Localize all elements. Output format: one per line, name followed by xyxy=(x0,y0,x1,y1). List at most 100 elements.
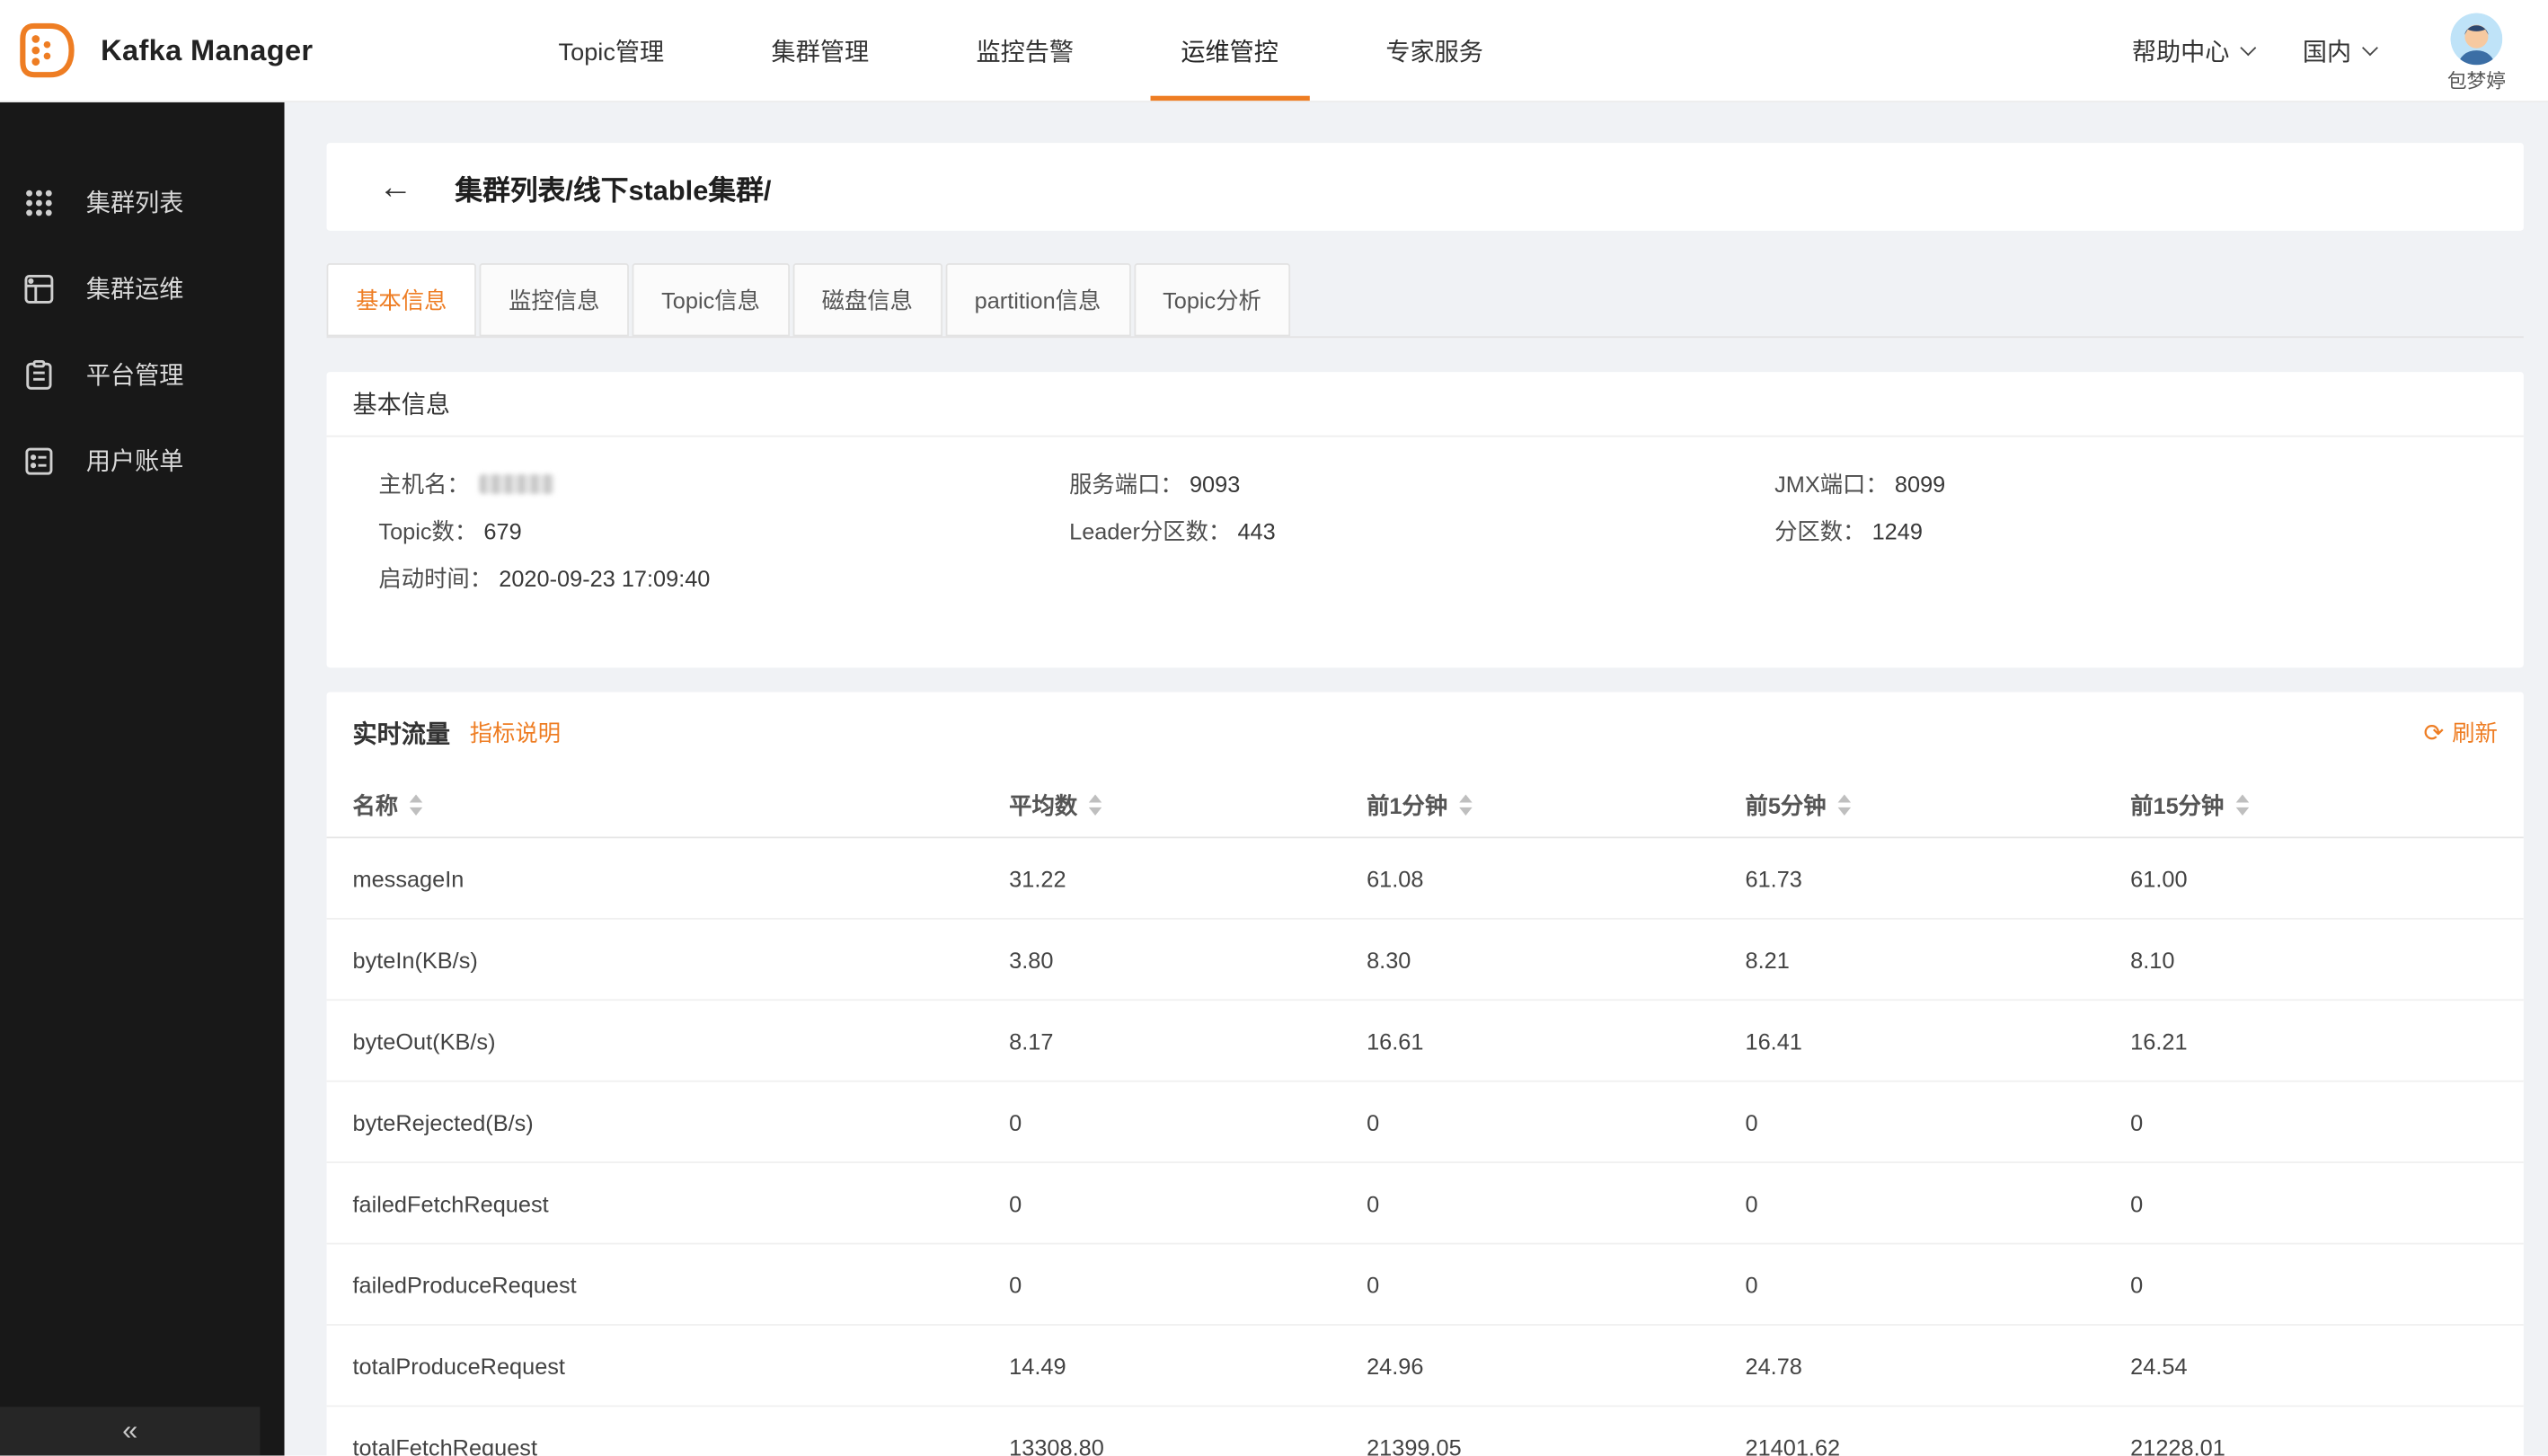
nav-ops-control[interactable]: 运维管控 xyxy=(1128,0,1332,101)
sort-asc-icon[interactable] xyxy=(410,794,422,802)
metric-avg: 14.49 xyxy=(1009,1353,1367,1379)
metric-name: totalFetchRequest xyxy=(352,1434,1009,1455)
nav-topic-management[interactable]: Topic管理 xyxy=(505,0,718,101)
field-leader-partition-count: Leader分区数：443 xyxy=(1069,508,1774,555)
metric-name: failedFetchRequest xyxy=(352,1190,1009,1216)
tab-topic-info[interactable]: Topic信息 xyxy=(633,263,790,336)
metric-5min: 24.78 xyxy=(1746,1353,2131,1379)
page-title-card: ← 集群列表/线下stable集群/ xyxy=(327,143,2524,231)
metric-15min: 8.10 xyxy=(2130,947,2524,973)
refresh-button[interactable]: ⟳ 刷新 xyxy=(2423,717,2497,749)
sort-asc-icon[interactable] xyxy=(1089,794,1101,802)
realtime-header: 实时流量 指标说明 ⟳ 刷新 xyxy=(327,692,2524,772)
refresh-icon: ⟳ xyxy=(2423,720,2444,745)
metric-15min: 16.21 xyxy=(2130,1028,2524,1054)
metric-name: messageIn xyxy=(352,865,1009,891)
help-center-label: 帮助中心 xyxy=(2132,33,2230,67)
sort-icons[interactable] xyxy=(410,794,422,816)
breadcrumb: 集群列表/线下stable集群/ xyxy=(455,166,771,207)
metric-name: failedProduceRequest xyxy=(352,1271,1009,1297)
sidebar-collapse-button[interactable]: « xyxy=(0,1407,260,1455)
sidebar-item-platform-admin[interactable]: 平台管理 xyxy=(0,331,285,418)
metric-avg: 13308.80 xyxy=(1009,1434,1367,1455)
header-right: 帮助中心 国内 包梦婷 xyxy=(2132,6,2548,94)
sort-desc-icon[interactable] xyxy=(2235,807,2248,816)
realtime-title: 实时流量 xyxy=(352,716,450,750)
tab-partition-info[interactable]: partition信息 xyxy=(945,263,1130,336)
sidebar-item-label: 用户账单 xyxy=(86,444,184,478)
cluster-list-icon xyxy=(22,186,55,218)
table-row: byteOut(KB/s) 8.17 16.61 16.41 16.21 xyxy=(327,1001,2524,1081)
sidebar-item-cluster-list[interactable]: 集群列表 xyxy=(0,159,285,245)
back-arrow-icon[interactable]: ← xyxy=(378,170,412,204)
column-header-1min[interactable]: 前1分钟 xyxy=(1367,789,1745,821)
sidebar-item-label: 集群列表 xyxy=(86,185,184,219)
sidebar-item-cluster-ops[interactable]: 集群运维 xyxy=(0,245,285,331)
sort-icons[interactable] xyxy=(1089,794,1101,816)
basic-info-title: 基本信息 xyxy=(327,372,2524,437)
basic-info-fields: 主机名： 服务端口：9093 JMX端口：8099 Topic数：679 Lea… xyxy=(327,437,2524,603)
sort-desc-icon[interactable] xyxy=(410,807,422,816)
sort-asc-icon[interactable] xyxy=(1459,794,1472,802)
top-header: Kafka Manager Topic管理 集群管理 监控告警 运维管控 专家服… xyxy=(0,0,2548,101)
sort-icons[interactable] xyxy=(1459,794,1472,816)
metric-avg: 0 xyxy=(1009,1271,1367,1297)
user-menu[interactable]: 包梦婷 xyxy=(2447,6,2506,94)
chevron-down-icon xyxy=(2362,39,2378,55)
metric-name: totalProduceRequest xyxy=(352,1353,1009,1379)
help-center-link[interactable]: 帮助中心 xyxy=(2132,33,2254,67)
realtime-traffic-card: 实时流量 指标说明 ⟳ 刷新 名称 平均数 前1分钟 xyxy=(327,692,2524,1455)
tab-disk-info[interactable]: 磁盘信息 xyxy=(792,263,942,336)
column-header-15min[interactable]: 前15分钟 xyxy=(2130,789,2524,821)
metric-1min: 0 xyxy=(1367,1271,1745,1297)
metric-1min: 8.30 xyxy=(1367,947,1745,973)
metric-avg: 0 xyxy=(1009,1108,1367,1134)
metric-5min: 0 xyxy=(1746,1190,2131,1216)
sidebar-item-label: 集群运维 xyxy=(86,271,184,305)
chevron-down-icon xyxy=(2240,39,2256,55)
sort-desc-icon[interactable] xyxy=(1089,807,1101,816)
column-header-5min[interactable]: 前5分钟 xyxy=(1746,789,2131,821)
tab-topic-analysis[interactable]: Topic分析 xyxy=(1134,263,1291,336)
table-row: totalProduceRequest 14.49 24.96 24.78 24… xyxy=(327,1326,2524,1407)
metric-1min: 0 xyxy=(1367,1108,1745,1134)
tab-monitor-info[interactable]: 监控信息 xyxy=(480,263,629,336)
metric-15min: 0 xyxy=(2130,1108,2524,1134)
sidebar: 集群列表 集群运维 平台管理 xyxy=(0,101,285,1455)
platform-admin-icon xyxy=(22,358,55,391)
metric-5min: 8.21 xyxy=(1746,947,2131,973)
metric-name: byteIn(KB/s) xyxy=(352,947,1009,973)
sort-desc-icon[interactable] xyxy=(1459,807,1472,816)
metric-1min: 61.08 xyxy=(1367,865,1745,891)
field-topic-count: Topic数：679 xyxy=(378,508,1069,555)
region-select[interactable]: 国内 xyxy=(2303,33,2375,67)
table-row: failedProduceRequest 0 0 0 0 xyxy=(327,1244,2524,1325)
sort-asc-icon[interactable] xyxy=(1837,794,1850,802)
table-row: messageIn 31.22 61.08 61.73 61.00 xyxy=(327,838,2524,919)
nav-expert-service[interactable]: 专家服务 xyxy=(1332,0,1537,101)
sort-icons[interactable] xyxy=(1837,794,1850,816)
metric-avg: 31.22 xyxy=(1009,865,1367,891)
metric-avg: 3.80 xyxy=(1009,947,1367,973)
metric-15min: 21228.01 xyxy=(2130,1434,2524,1455)
tab-basic-info[interactable]: 基本信息 xyxy=(327,263,476,336)
detail-tabs: 基本信息 监控信息 Topic信息 磁盘信息 partition信息 Topic… xyxy=(327,263,2524,338)
sidebar-item-user-billing[interactable]: 用户账单 xyxy=(0,418,285,504)
nav-monitor-alert[interactable]: 监控告警 xyxy=(923,0,1128,101)
table-header-row: 名称 平均数 前1分钟 前5分钟 前15分钟 xyxy=(327,773,2524,838)
avatar xyxy=(2450,13,2502,65)
sort-desc-icon[interactable] xyxy=(1837,807,1850,816)
sidebar-item-label: 平台管理 xyxy=(86,357,184,392)
metric-name: byteOut(KB/s) xyxy=(352,1028,1009,1054)
column-header-name[interactable]: 名称 xyxy=(352,789,1009,821)
refresh-label: 刷新 xyxy=(2452,717,2498,749)
sort-icons[interactable] xyxy=(2235,794,2248,816)
metric-1min: 21399.05 xyxy=(1367,1434,1745,1455)
sort-asc-icon[interactable] xyxy=(2235,794,2248,802)
nav-cluster-management[interactable]: 集群管理 xyxy=(718,0,923,101)
metric-5min: 0 xyxy=(1746,1271,2131,1297)
metric-description-link[interactable]: 指标说明 xyxy=(470,717,561,749)
app-logo-icon xyxy=(16,20,78,82)
metric-avg: 0 xyxy=(1009,1190,1367,1216)
column-header-avg[interactable]: 平均数 xyxy=(1009,789,1367,821)
